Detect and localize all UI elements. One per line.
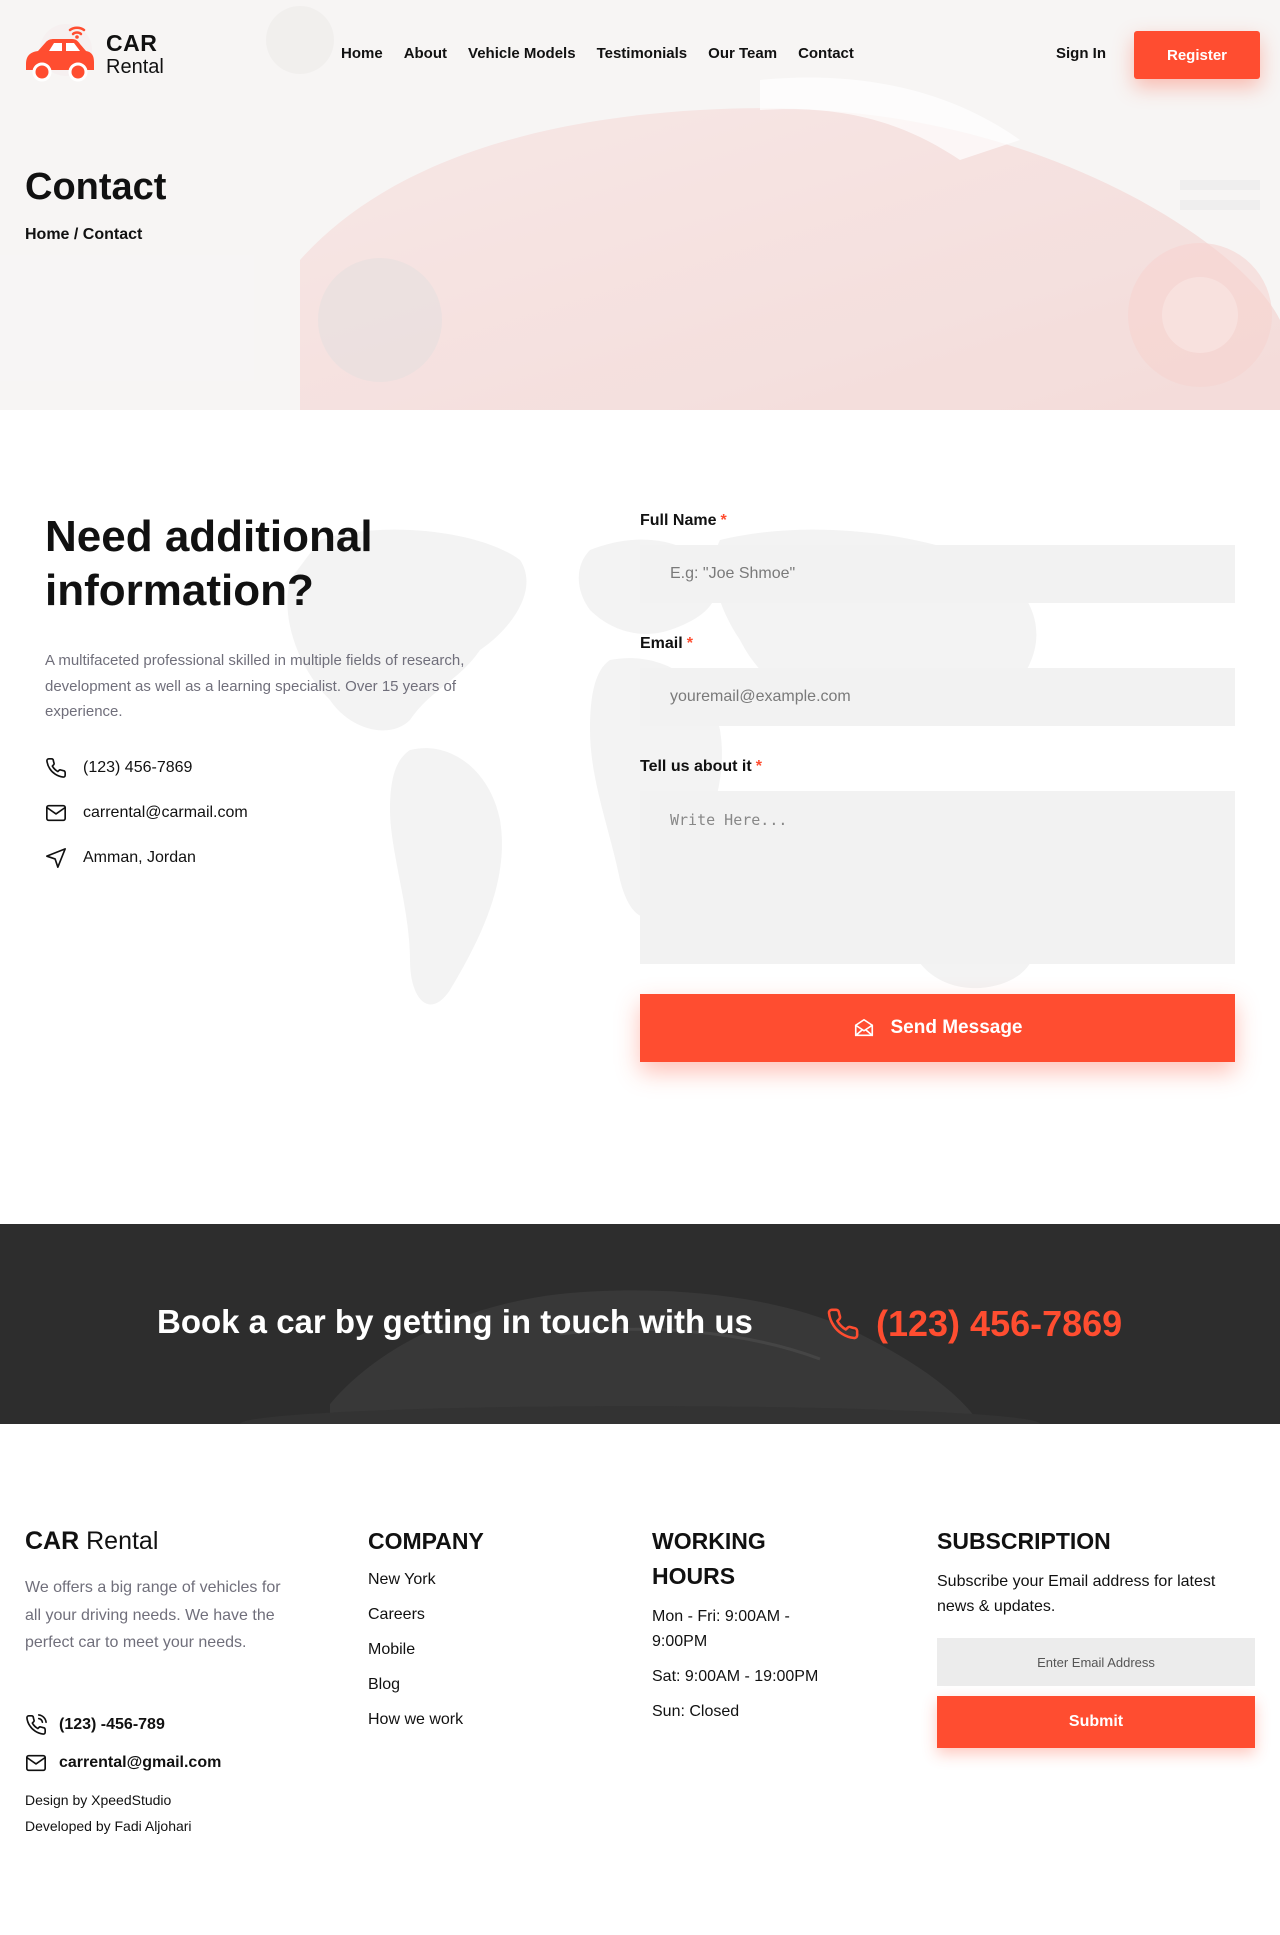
required-mark: * xyxy=(755,758,762,775)
message-label-text: Tell us about it xyxy=(640,758,752,775)
full-name-label: Full Name * xyxy=(640,512,727,530)
company-link-how-we-work[interactable]: How we work xyxy=(368,1711,463,1729)
site-footer: CAR Rental We offers a big range of vehi… xyxy=(0,1424,1280,1935)
contact-heading: Need additional information? xyxy=(45,512,373,615)
hero-section: CAR Rental Home About Vehicle Models Tes… xyxy=(0,0,1280,410)
contact-phone-row[interactable]: (123) 456-7869 xyxy=(45,757,192,779)
footer-brand: CAR Rental xyxy=(25,1527,158,1556)
company-link-mobile[interactable]: Mobile xyxy=(368,1641,415,1659)
sign-in-link[interactable]: Sign In xyxy=(1056,45,1106,62)
company-link-careers[interactable]: Careers xyxy=(368,1606,425,1624)
footer-description: We offers a big range of vehicles for al… xyxy=(25,1579,281,1651)
nav-contact[interactable]: Contact xyxy=(798,45,854,62)
design-credit: Design by XpeedStudio xyxy=(25,1792,172,1808)
banner-phone-link[interactable]: (123) 456-7869 xyxy=(826,1303,1122,1345)
nav-testimonials[interactable]: Testimonials xyxy=(597,45,688,62)
banner-phone-number: (123) 456-7869 xyxy=(876,1303,1123,1344)
footer-phone: (123) -456-789 xyxy=(59,1716,165,1733)
subscription-text: Subscribe your Email address for latest … xyxy=(937,1573,1216,1615)
subscription-title: SUBSCRIPTION xyxy=(937,1528,1111,1554)
hours-saturday: Sat: 9:00AM - 19:00PM xyxy=(652,1668,819,1685)
hours-sunday: Sun: Closed xyxy=(652,1703,740,1720)
company-link-blog[interactable]: Blog xyxy=(368,1676,400,1694)
developer-credit: Developed by Fadi Aljohari xyxy=(25,1818,192,1834)
footer-brand-light: Rental xyxy=(79,1527,159,1555)
page-title: Contact xyxy=(25,166,167,208)
company-title: COMPANY xyxy=(368,1528,484,1554)
phone-icon xyxy=(827,1308,859,1340)
subscription-placeholder: Enter Email Address xyxy=(1037,1654,1155,1670)
book-banner: Book a car by getting in touch with us (… xyxy=(0,1224,1280,1424)
hours-weekdays: Mon - Fri: 9:00AM - xyxy=(652,1608,790,1625)
contact-description: A multifaceted professional skilled in m… xyxy=(45,652,465,720)
main-nav: Home About Vehicle Models Testimonials O… xyxy=(341,45,875,62)
email-label-text: Email xyxy=(640,635,683,652)
location-arrow-icon xyxy=(46,848,66,868)
email-label: Email * xyxy=(640,635,693,653)
contact-address-row: Amman, Jordan xyxy=(45,847,196,869)
envelope-open-icon xyxy=(854,1018,873,1037)
breadcrumb-separator: / xyxy=(69,226,83,243)
footer-email: carrental@gmail.com xyxy=(59,1754,222,1771)
mail-icon xyxy=(46,804,66,822)
email-placeholder: youremail@example.com xyxy=(670,688,851,705)
message-placeholder: Write Here... xyxy=(670,811,788,829)
required-mark: * xyxy=(720,512,727,529)
breadcrumb-home[interactable]: Home xyxy=(25,226,69,243)
full-name-label-text: Full Name xyxy=(640,512,717,529)
required-mark: * xyxy=(686,635,693,652)
footer-email-row[interactable]: carrental@gmail.com xyxy=(25,1752,221,1774)
subscription-email-input[interactable]: Enter Email Address xyxy=(937,1638,1255,1686)
working-hours-title-line1: WORKING xyxy=(652,1528,766,1554)
brand-name-light: Rental xyxy=(106,56,164,78)
register-button[interactable]: Register xyxy=(1134,31,1260,79)
nav-home[interactable]: Home xyxy=(341,45,383,62)
nav-about[interactable]: About xyxy=(404,45,447,62)
company-link-new-york[interactable]: New York xyxy=(368,1571,436,1589)
brand-name-bold: CAR xyxy=(106,30,158,56)
breadcrumb: Home / Contact xyxy=(25,226,142,244)
brand-logo[interactable]: CAR Rental xyxy=(18,20,178,82)
send-message-label: Send Message xyxy=(890,1017,1023,1038)
footer-brand-bold: CAR xyxy=(25,1527,80,1555)
contact-email-row[interactable]: carrental@carmail.com xyxy=(45,802,248,824)
full-name-input[interactable]: E.g: "Joe Shmoe" xyxy=(640,545,1235,603)
breadcrumb-current: Contact xyxy=(82,226,143,243)
phone-ringing-icon xyxy=(26,1714,47,1735)
send-message-button[interactable]: Send Message xyxy=(640,994,1235,1062)
banner-heading: Book a car by getting in touch with us xyxy=(157,1303,753,1340)
hours-weekdays-end: 9:00PM xyxy=(652,1633,708,1650)
footer-phone-row[interactable]: (123) -456-789 xyxy=(25,1714,165,1736)
full-name-placeholder: E.g: "Joe Shmoe" xyxy=(670,565,796,582)
phone-icon xyxy=(46,758,66,778)
nav-our-team[interactable]: Our Team xyxy=(708,45,777,62)
contact-email: carrental@carmail.com xyxy=(83,804,248,821)
message-textarea[interactable]: Write Here... xyxy=(640,791,1235,964)
working-hours-title-line2: HOURS xyxy=(652,1563,736,1589)
message-label: Tell us about it * xyxy=(640,758,762,776)
car-wifi-icon xyxy=(26,24,94,82)
email-input[interactable]: youremail@example.com xyxy=(640,668,1235,726)
contact-phone: (123) 456-7869 xyxy=(83,759,193,776)
contact-address: Amman, Jordan xyxy=(83,849,196,866)
nav-vehicle-models[interactable]: Vehicle Models xyxy=(468,45,576,62)
mail-icon xyxy=(26,1754,46,1772)
subscription-submit-button[interactable]: Submit xyxy=(937,1696,1255,1748)
contact-section: Need additional information? A multiface… xyxy=(0,410,1280,1224)
